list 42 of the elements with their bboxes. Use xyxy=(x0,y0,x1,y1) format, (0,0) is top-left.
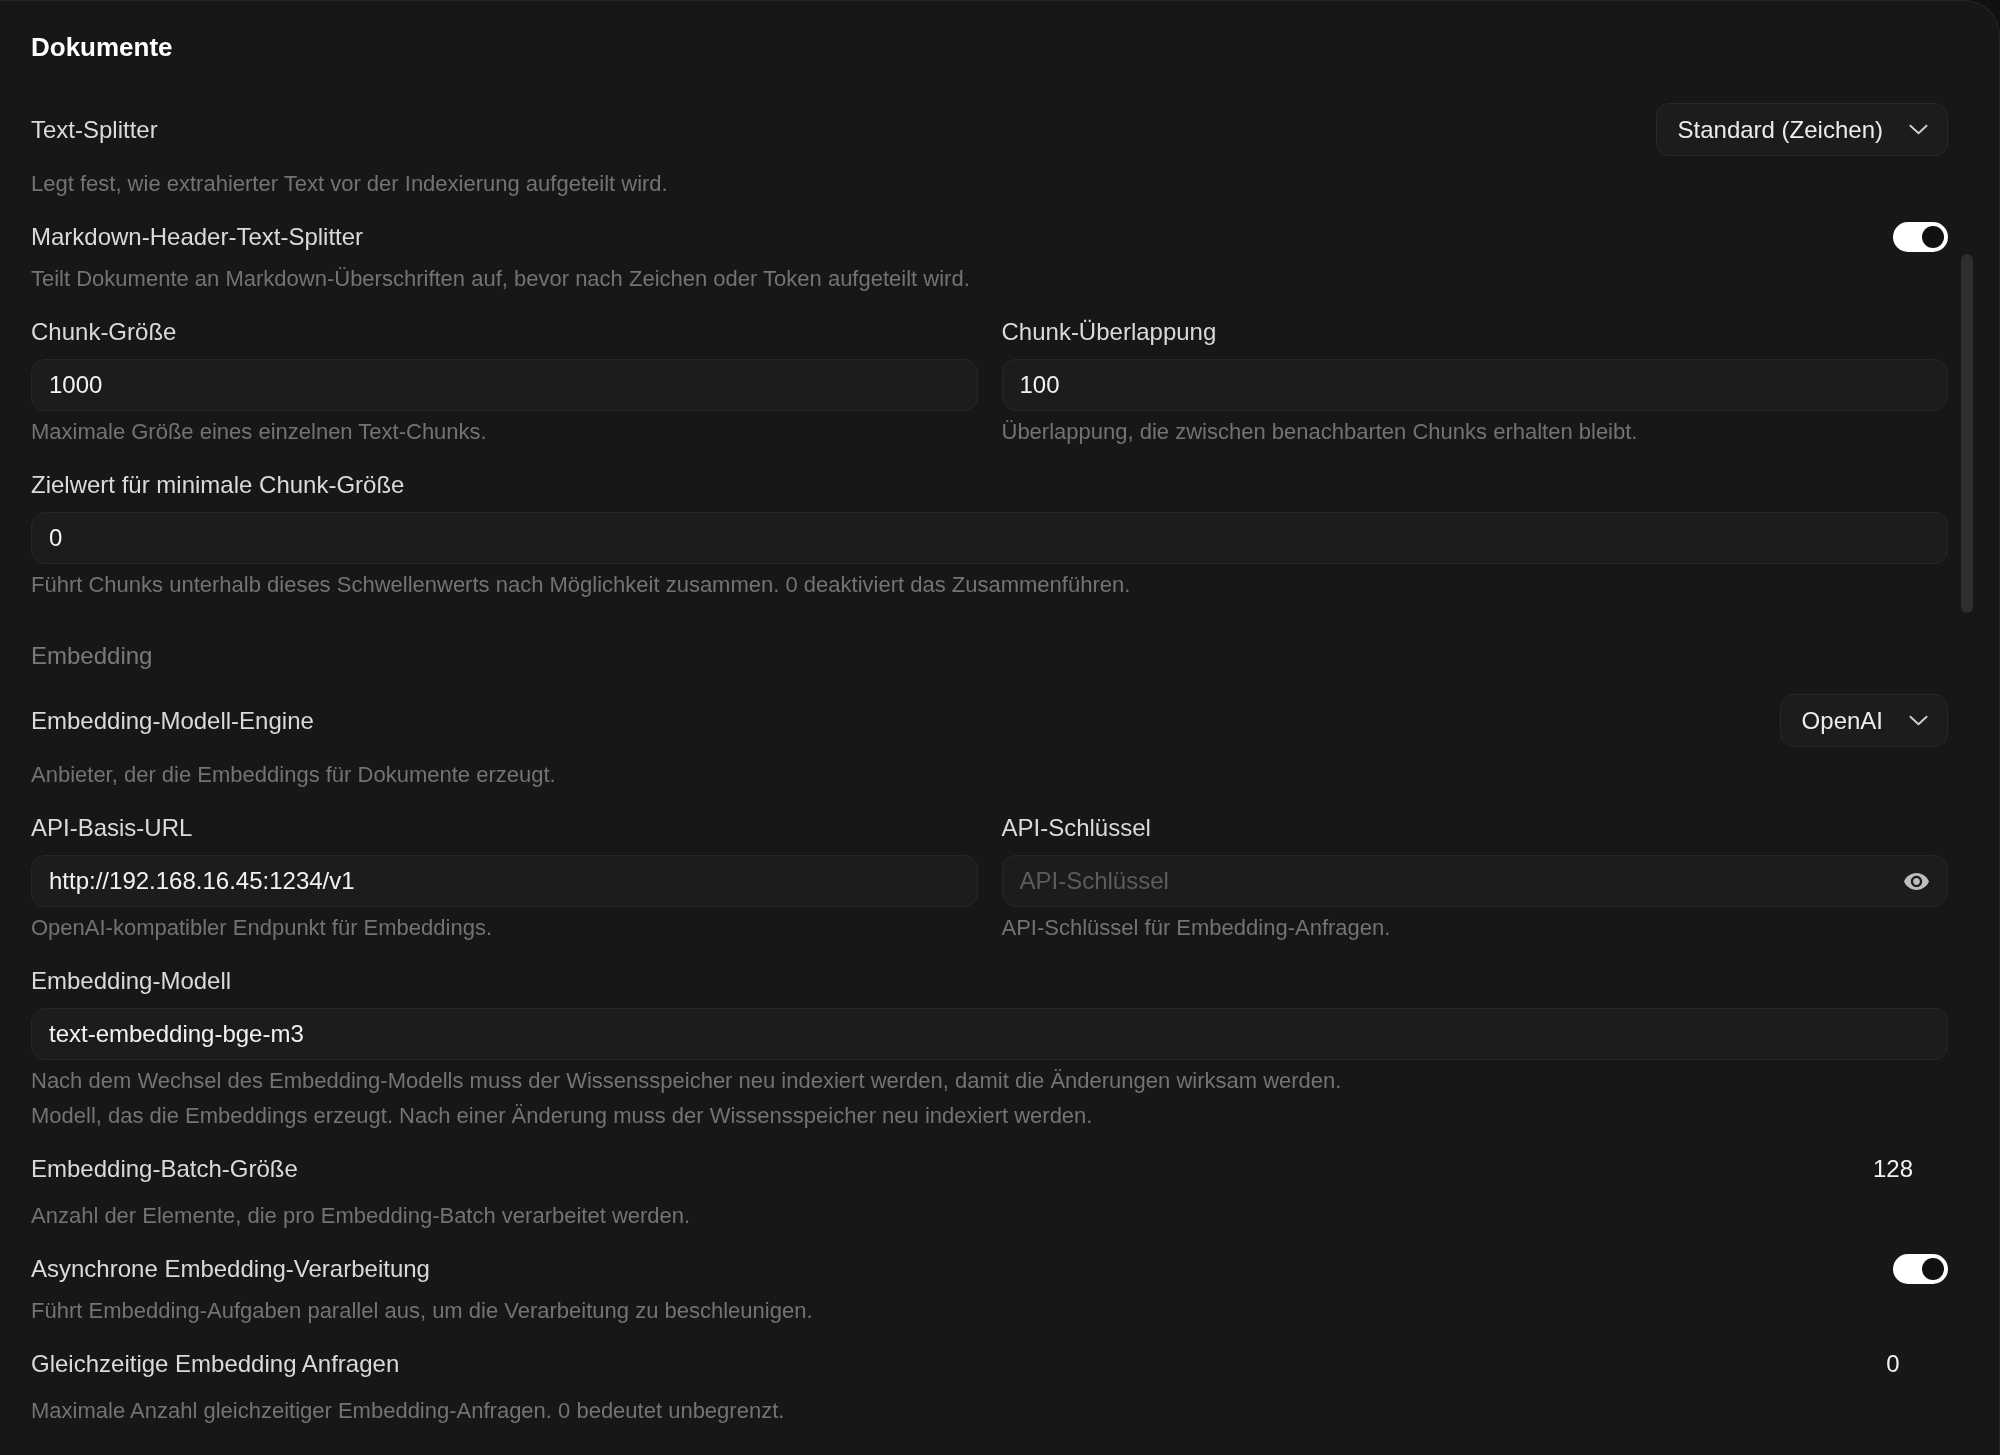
chevron-down-icon xyxy=(1909,715,1928,726)
setting-description: Nach dem Wechsel des Embedding-Modells muss der Wissensspeicher neu indexiert werden, damit die Änderungen wirksam werden. xyxy=(31,1067,1343,1095)
number-value[interactable]: 128 xyxy=(1872,1154,1913,1184)
section-heading: Embedding xyxy=(31,641,154,671)
text-input[interactable]: 0 xyxy=(31,512,1948,564)
field-label: Embedding-Modell xyxy=(31,966,233,996)
toggle-switch[interactable] xyxy=(1893,222,1948,252)
setting-description: API-Schlüssel für Embedding-Anfragen. xyxy=(1001,914,1392,942)
setting-description: Führt Chunks unterhalb dieses Schwellenwerts nach Möglichkeit zusammen. 0 deaktiviert das Zusammenführen. xyxy=(31,571,1132,599)
text-input[interactable]: http://192.168.16.45:1234/v1 xyxy=(31,855,978,907)
field-label: Zielwert für minimale Chunk-Größe xyxy=(31,470,406,500)
page-title: Dokumente xyxy=(31,31,174,63)
text-input[interactable]: text-embedding-bge-m3 xyxy=(31,1008,1948,1060)
setting-description: Maximale Anzahl gleichzeitiger Embedding-Anfragen. 0 bedeutet unbegrenzt. xyxy=(31,1397,786,1425)
text-input[interactable]: 1000 xyxy=(31,359,978,411)
setting-description: Anzahl der Elemente, die pro Embedding-Batch verarbeitet werden. xyxy=(31,1202,692,1230)
field-label: Chunk-Größe xyxy=(31,317,178,347)
setting-description: Überlappung, die zwischen benachbarten Chunks erhalten bleibt. xyxy=(1001,418,1639,446)
chevron-down-icon xyxy=(1909,124,1928,135)
setting-label: Markdown-Header-Text-Splitter xyxy=(31,222,364,252)
toggle-switch[interactable] xyxy=(1893,1254,1948,1284)
field-label: API-Schlüssel xyxy=(1001,813,1152,843)
setting-description: Modell, das die Embeddings erzeugt. Nach einer Änderung muss der Wissensspeicher neu indexiert werden. xyxy=(31,1102,1094,1130)
password-input[interactable]: API-Schlüssel xyxy=(1001,855,1948,907)
setting-label: Gleichzeitige Embedding Anfragen xyxy=(31,1349,400,1379)
setting-label: Embedding-Modell-Engine xyxy=(31,705,314,736)
setting-description: Führt Embedding-Aufgaben parallel aus, um die Verarbeitung zu beschleunigen. xyxy=(31,1297,814,1325)
setting-description: Maximale Größe eines einzelnen Text-Chunks. xyxy=(31,418,488,446)
number-value[interactable]: 0 xyxy=(1886,1349,1900,1379)
eye-icon[interactable] xyxy=(1904,872,1929,890)
setting-description: Legt fest, wie extrahierter Text vor der Indexierung aufgeteilt wird. xyxy=(31,170,669,198)
setting-description: Teilt Dokumente an Markdown-Überschriften auf, bevor nach Zeichen oder Token aufgeteilt wird. xyxy=(31,265,971,293)
setting-label: Asynchrone Embedding-Verarbeitung xyxy=(31,1254,430,1284)
text-input[interactable]: 100 xyxy=(1001,359,1948,411)
dropdown[interactable]: Standard (Zeichen) xyxy=(1655,103,1948,156)
field-label: API-Basis-URL xyxy=(31,813,194,843)
setting-description: Anbieter, der die Embeddings für Dokumente erzeugt. xyxy=(31,761,557,789)
setting-label: Embedding-Batch-Größe xyxy=(31,1154,298,1184)
setting-label: Text-Splitter xyxy=(31,114,158,145)
dropdown[interactable]: OpenAI xyxy=(1779,694,1948,747)
field-label: Chunk-Überlappung xyxy=(1001,317,1218,347)
setting-description: OpenAI-kompatibler Endpunkt für Embeddings. xyxy=(31,914,494,942)
